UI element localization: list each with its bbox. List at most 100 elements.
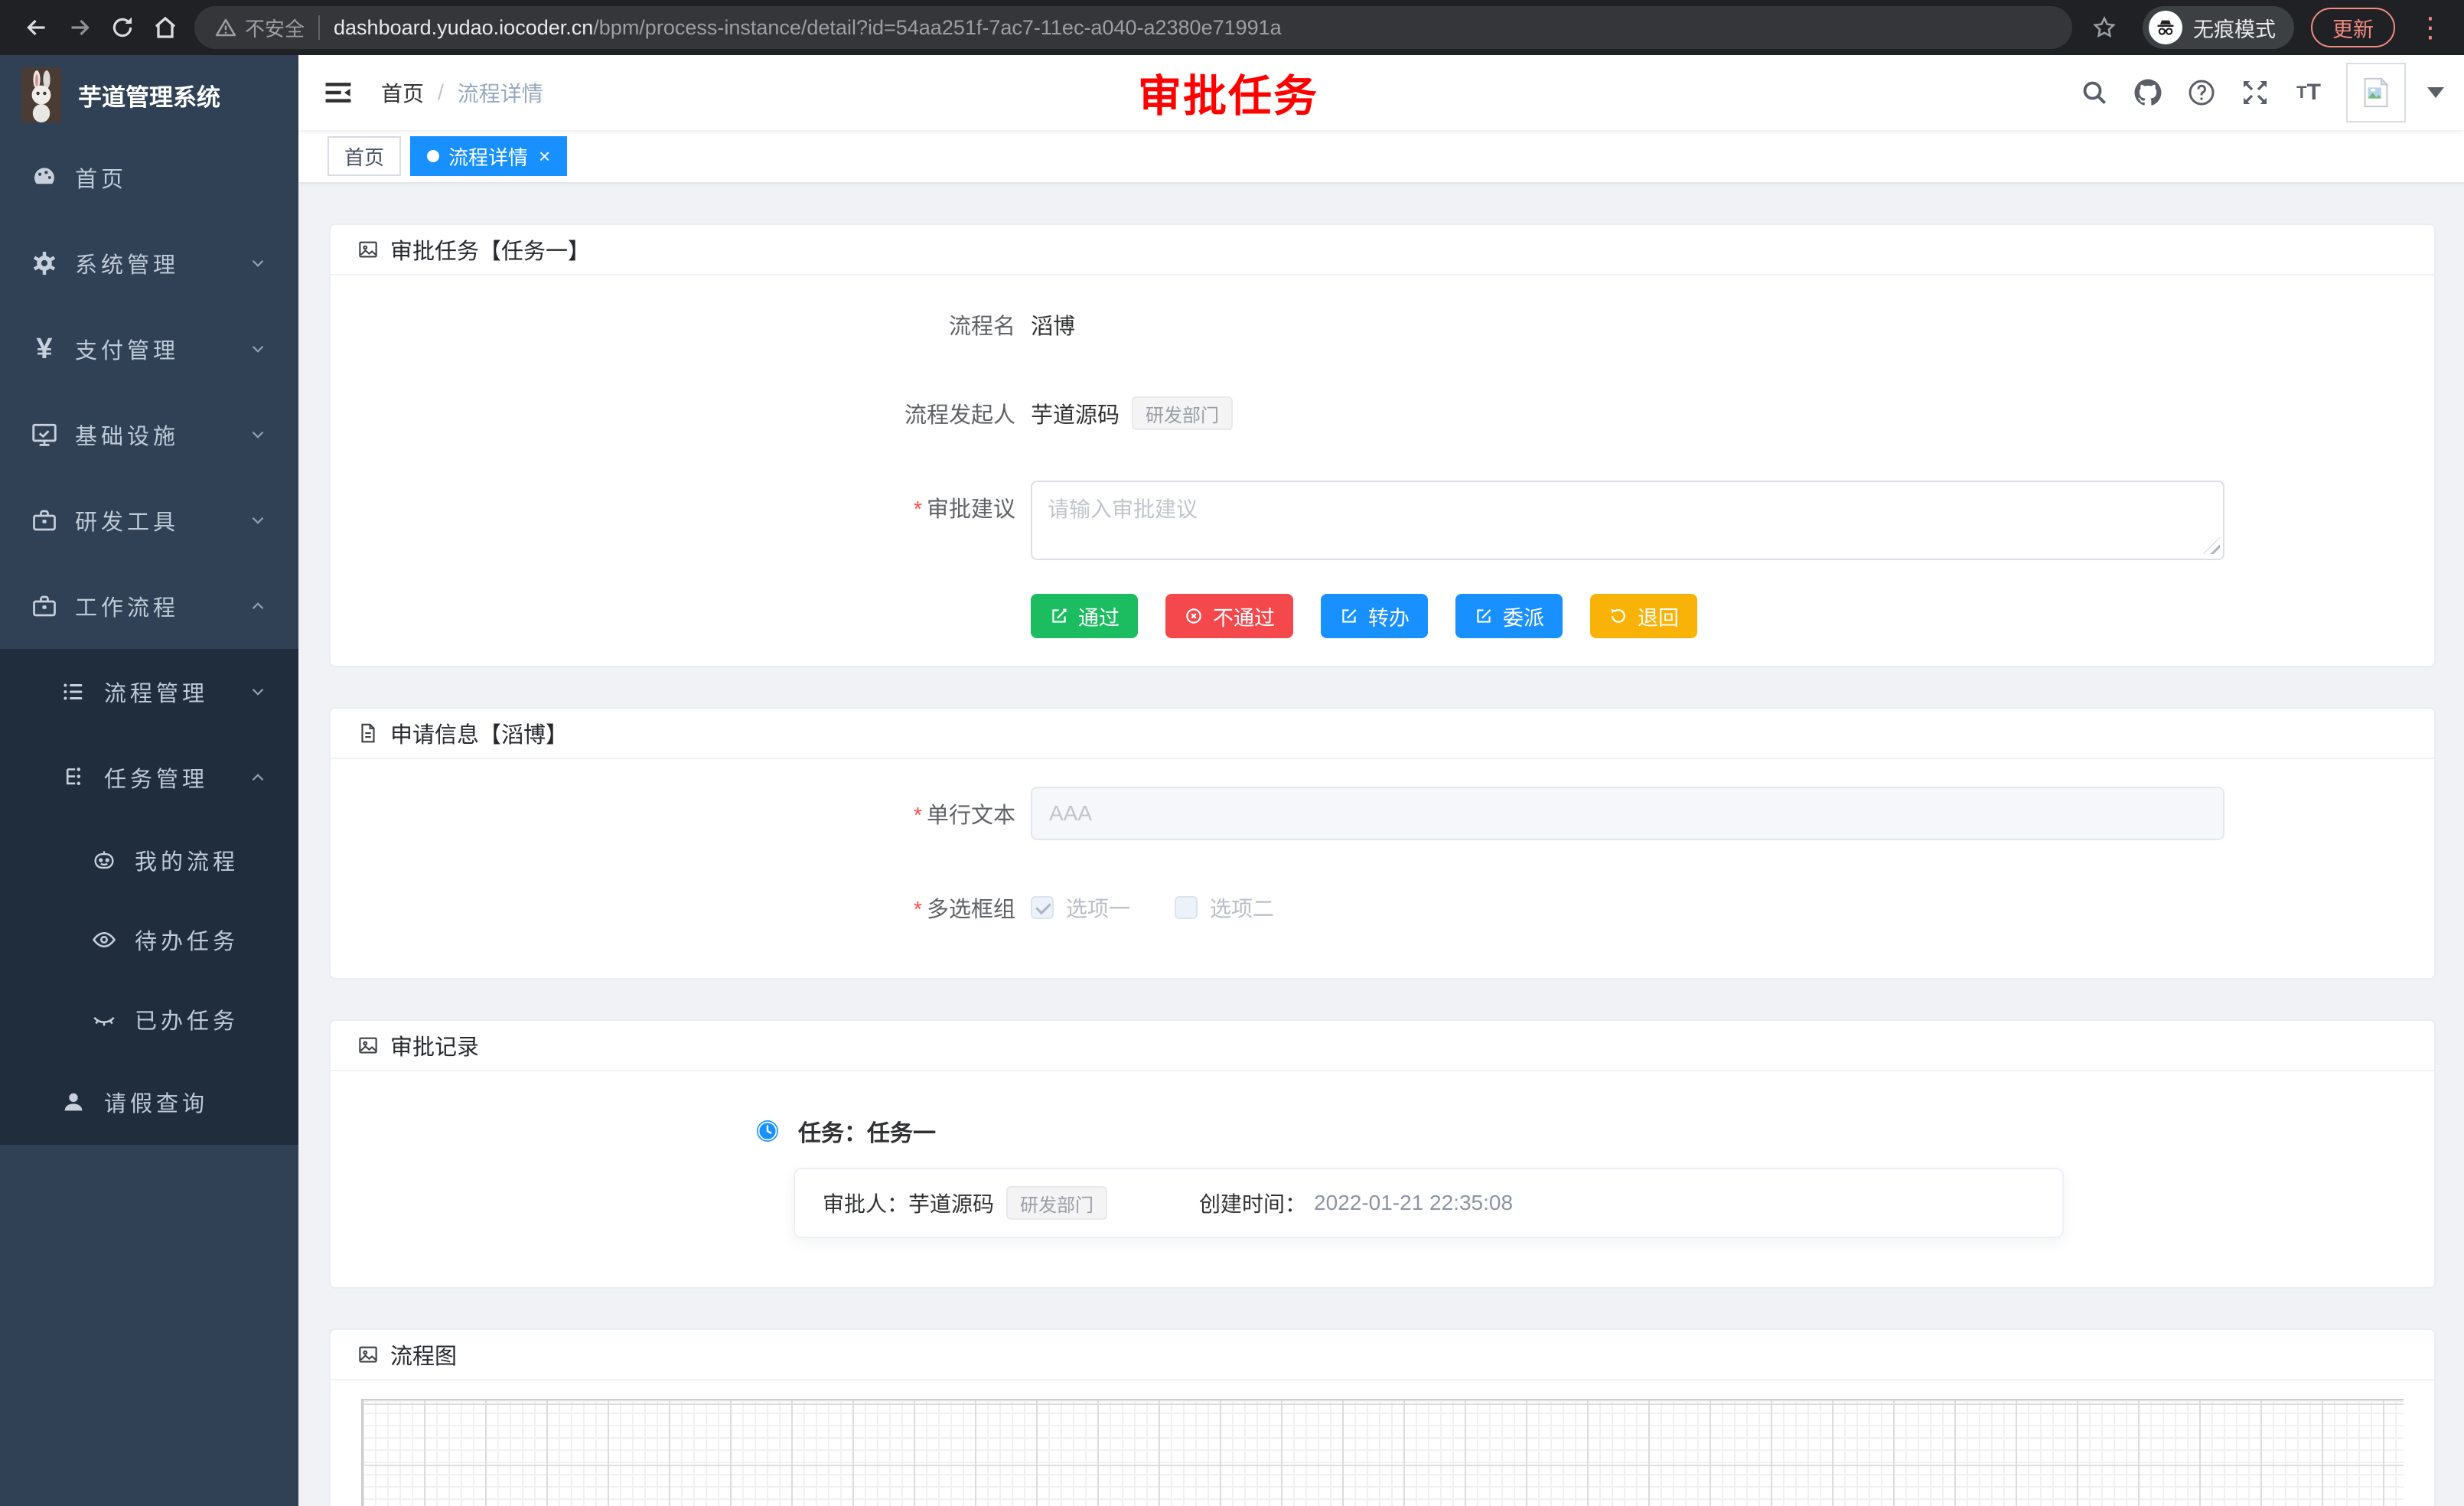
sidebar-item-payment[interactable]: ¥ 支付管理 xyxy=(0,306,298,392)
incognito-badge: 无痕模式 xyxy=(2143,6,2294,49)
transfer-button[interactable]: 转办 xyxy=(1321,594,1428,638)
omnibox-divider xyxy=(318,15,320,40)
tree-icon xyxy=(58,764,89,790)
sidebar-collapse-icon[interactable] xyxy=(321,76,355,109)
process-diagram-card: 流程图 xyxy=(329,1328,2436,1506)
back-icon[interactable] xyxy=(15,6,58,49)
tab-label: 首页 xyxy=(344,142,384,171)
help-icon[interactable] xyxy=(2185,77,2218,109)
card-title: 申请信息【滔博】 xyxy=(390,717,568,749)
field-label: 流程发起人 xyxy=(361,397,1015,429)
address-bar[interactable]: 不安全 dashboard.yudao.iocoder.cn/bpm/proce… xyxy=(194,6,2072,49)
sidebar-item-todo-tasks[interactable]: 待办任务 xyxy=(0,900,298,980)
tab-home[interactable]: 首页 xyxy=(328,136,401,176)
sidebar-item-workflow[interactable]: 工作流程 xyxy=(0,563,298,649)
checkbox-label: 选项一 xyxy=(1066,892,1130,923)
chevron-down-icon xyxy=(248,510,268,530)
chevron-down-icon xyxy=(248,425,268,445)
reload-icon[interactable] xyxy=(101,6,144,49)
sidebar-item-task-mgmt[interactable]: 任务管理 xyxy=(0,735,298,820)
card-header: 流程图 xyxy=(331,1330,2434,1380)
approve-button[interactable]: 通过 xyxy=(1031,594,1138,638)
workflow-submenu: 流程管理 任务管理 我的流程 xyxy=(0,649,298,1145)
eye-closed-icon xyxy=(89,1006,119,1032)
sidebar-item-system[interactable]: 系统管理 xyxy=(0,220,298,306)
avatar[interactable] xyxy=(2346,63,2406,122)
approval-record-card: 审批记录 任务：任务一 审批人： 芋道源码 研发部门 创建时间： xyxy=(329,1019,2436,1289)
sidebar-item-leave-query[interactable]: 请假查询 xyxy=(0,1059,298,1145)
site-security[interactable]: 不安全 xyxy=(214,14,305,42)
app-title: 芋道管理系统 xyxy=(78,78,220,112)
sidebar-item-process-mgmt[interactable]: 流程管理 xyxy=(0,649,298,735)
card-title: 审批任务【任务一】 xyxy=(390,233,590,266)
update-button[interactable]: 更新 xyxy=(2311,8,2395,47)
sidebar-item-home[interactable]: 首页 xyxy=(0,135,298,220)
bpmn-diagram-canvas[interactable] xyxy=(361,1399,2404,1506)
initiator-value: 芋道源码 xyxy=(1031,397,1120,429)
picture-icon xyxy=(357,238,380,261)
eye-open-icon xyxy=(89,927,119,953)
card-title: 审批记录 xyxy=(390,1029,479,1061)
avatar-dropdown-icon[interactable] xyxy=(2427,87,2444,98)
yen-icon: ¥ xyxy=(29,334,60,363)
app-logo-row[interactable]: 芋道管理系统 xyxy=(0,55,298,135)
home-icon[interactable] xyxy=(144,6,187,49)
tab-process-detail[interactable]: 流程详情 × xyxy=(410,136,567,176)
bookmark-star-icon[interactable] xyxy=(2083,6,2126,49)
incognito-icon xyxy=(2149,11,2182,44)
process-name-row: 流程名 滔博 xyxy=(361,303,2404,346)
reject-button[interactable]: 不通过 xyxy=(1165,594,1293,638)
card-title: 流程图 xyxy=(390,1338,457,1371)
url-text[interactable]: dashboard.yudao.iocoder.cn/bpm/process-i… xyxy=(334,16,1282,40)
search-icon[interactable] xyxy=(2078,77,2110,109)
url-domain: dashboard.yudao.iocoder.cn xyxy=(334,16,593,39)
browser-menu-icon[interactable]: ⋮ xyxy=(2412,11,2449,44)
forward-icon[interactable] xyxy=(58,6,101,49)
security-label: 不安全 xyxy=(245,14,305,42)
page-title: 审批任务 xyxy=(1138,61,1318,124)
checkbox-option-1[interactable]: 选项一 xyxy=(1031,892,1130,923)
sidebar-item-done-tasks[interactable]: 已办任务 xyxy=(0,980,298,1059)
created-label: 创建时间： xyxy=(1199,1188,1306,1218)
clock-icon xyxy=(755,1119,780,1143)
checkbox-checked-icon xyxy=(1031,896,1054,919)
github-icon[interactable] xyxy=(2132,77,2164,109)
checkbox-option-2[interactable]: 选项二 xyxy=(1175,892,1274,923)
breadcrumb-separator: / xyxy=(438,80,444,105)
gear-icon xyxy=(29,249,60,278)
sidebar-item-my-process[interactable]: 我的流程 xyxy=(0,820,298,900)
incognito-label: 无痕模式 xyxy=(2193,13,2276,43)
sidebar-item-label: 基础设施 xyxy=(75,419,179,451)
briefcase-icon xyxy=(29,592,60,620)
app-logo xyxy=(21,67,61,122)
document-icon xyxy=(357,722,380,745)
toolbox-icon xyxy=(29,507,60,534)
sidebar-item-devtools[interactable]: 研发工具 xyxy=(0,478,298,563)
comment-textarea[interactable] xyxy=(1031,481,2224,560)
card-header: 申请信息【滔博】 xyxy=(331,709,2434,759)
close-icon[interactable]: × xyxy=(539,146,550,166)
font-size-icon[interactable]: TT xyxy=(2293,77,2325,109)
active-dot xyxy=(427,150,439,162)
main-content: 审批任务【任务一】 流程名 滔博 流程发起人 芋道源码 研发部门 xyxy=(298,184,2464,1506)
breadcrumb: 首页 / 流程详情 xyxy=(381,77,543,108)
sidebar-item-infra[interactable]: 基础设施 xyxy=(0,392,298,478)
user-icon xyxy=(58,1089,89,1115)
card-header: 审批记录 xyxy=(331,1021,2434,1071)
required-asterisk: * xyxy=(914,898,922,922)
chevron-down-icon xyxy=(248,339,268,359)
fullscreen-icon[interactable] xyxy=(2239,77,2271,109)
return-button[interactable]: 退回 xyxy=(1590,594,1697,638)
required-asterisk: * xyxy=(914,804,922,828)
dept-tag: 研发部门 xyxy=(1132,396,1233,430)
app-navbar: 首页 / 流程详情 审批任务 TT xyxy=(298,55,2464,130)
picture-icon xyxy=(357,1034,380,1057)
list-icon xyxy=(58,679,89,705)
breadcrumb-home[interactable]: 首页 xyxy=(381,77,424,108)
delegate-button[interactable]: 委派 xyxy=(1455,594,1563,638)
single-text-input[interactable] xyxy=(1031,787,2224,840)
card-header: 审批任务【任务一】 xyxy=(331,225,2434,275)
chevron-down-icon xyxy=(248,253,268,273)
sidebar-item-label: 首页 xyxy=(75,161,127,194)
dashboard-icon xyxy=(29,163,60,192)
